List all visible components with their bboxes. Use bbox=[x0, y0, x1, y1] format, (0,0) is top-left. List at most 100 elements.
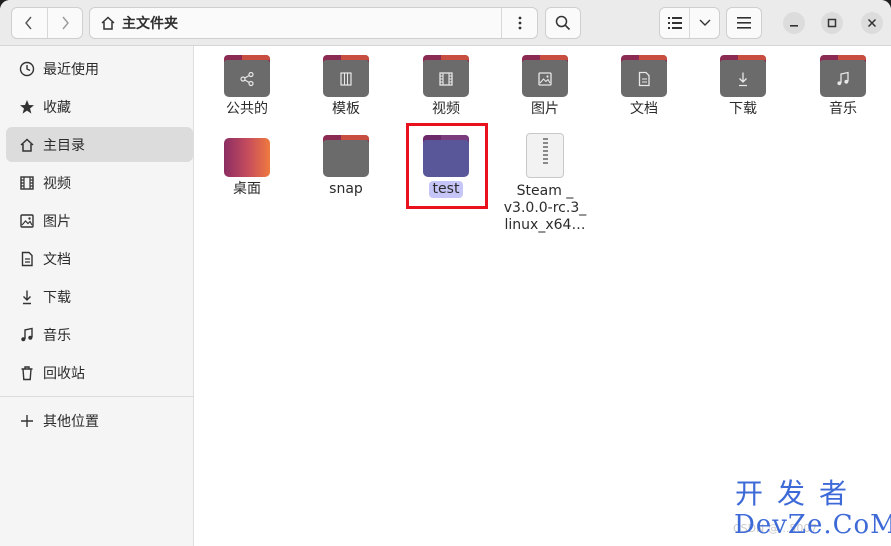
file-item[interactable]: 图片 bbox=[497, 55, 593, 118]
sidebar-item-other-locations[interactable]: 其他位置 bbox=[6, 403, 193, 438]
close-button[interactable] bbox=[861, 12, 883, 34]
file-item[interactable]: 公共的 bbox=[199, 55, 295, 118]
file-item[interactable]: 下载 bbox=[695, 55, 791, 118]
path-bar[interactable]: 主文件夹 bbox=[89, 7, 538, 39]
chevron-left-icon bbox=[25, 16, 32, 30]
desktop-folder-icon bbox=[224, 135, 270, 177]
download-icon bbox=[734, 70, 752, 88]
file-grid bbox=[195, 46, 891, 546]
sidebar-item-videos[interactable]: 视频 bbox=[6, 165, 193, 200]
folder-icon bbox=[323, 55, 369, 97]
header-bar: 主文件夹 bbox=[0, 0, 891, 46]
minimize-button[interactable] bbox=[783, 12, 805, 34]
annotation-highlight-box bbox=[406, 123, 488, 209]
vertical-dots-icon bbox=[518, 16, 521, 30]
sidebar-item-music[interactable]: 音乐 bbox=[6, 317, 193, 352]
maximize-icon bbox=[827, 18, 837, 28]
sidebar-item-label: 回收站 bbox=[43, 365, 85, 382]
music-icon bbox=[834, 70, 852, 88]
folder-icon bbox=[621, 55, 667, 97]
file-name: 音乐 bbox=[829, 101, 857, 117]
folder-icon bbox=[323, 135, 369, 177]
search-icon bbox=[555, 15, 571, 31]
file-item[interactable]: 桌面 bbox=[199, 135, 295, 198]
chevron-right-icon bbox=[62, 16, 69, 30]
star-icon bbox=[19, 99, 35, 115]
sidebar-item-label: 图片 bbox=[43, 213, 71, 230]
image-icon bbox=[536, 70, 554, 88]
sidebar-item-downloads[interactable]: 下载 bbox=[6, 279, 193, 314]
file-name: Steam _ v3.0.0-rc.3_ linux_x64… bbox=[503, 183, 587, 233]
plus-icon bbox=[19, 413, 35, 429]
home-icon bbox=[19, 137, 35, 153]
file-name: 文档 bbox=[630, 101, 658, 117]
file-name: 模板 bbox=[332, 101, 360, 117]
document-icon bbox=[19, 251, 35, 267]
chevron-down-icon bbox=[699, 19, 710, 26]
sidebar: 最近使用 收藏 主目录 视频 图片 文档 下载 音乐 回收站 其他位置 bbox=[0, 46, 194, 546]
list-view-button[interactable] bbox=[660, 8, 689, 38]
back-button[interactable] bbox=[12, 8, 47, 38]
music-icon bbox=[19, 327, 35, 343]
folder-icon bbox=[423, 55, 469, 97]
file-name: 视频 bbox=[432, 101, 460, 117]
view-controls bbox=[659, 7, 720, 39]
watermark-en: DevZe.CoM bbox=[734, 510, 891, 540]
file-item[interactable]: snap bbox=[298, 135, 394, 198]
minimize-icon bbox=[790, 25, 798, 27]
sidebar-item-pictures[interactable]: 图片 bbox=[6, 203, 193, 238]
download-icon bbox=[19, 289, 35, 305]
image-icon bbox=[19, 213, 35, 229]
sidebar-item-recent[interactable]: 最近使用 bbox=[6, 51, 193, 86]
sidebar-item-label: 音乐 bbox=[43, 327, 71, 344]
trash-icon bbox=[19, 365, 35, 381]
forward-button[interactable] bbox=[46, 8, 83, 38]
file-name: 公共的 bbox=[226, 101, 268, 117]
main-menu-button[interactable] bbox=[726, 7, 762, 39]
share-icon bbox=[238, 70, 256, 88]
clock-icon bbox=[19, 61, 35, 77]
maximize-button[interactable] bbox=[821, 12, 843, 34]
sidebar-divider bbox=[0, 396, 194, 397]
file-name: snap bbox=[329, 181, 363, 197]
sidebar-item-label: 最近使用 bbox=[43, 61, 99, 78]
file-name: 下载 bbox=[729, 101, 757, 117]
template-icon bbox=[337, 70, 355, 88]
sidebar-item-label: 下载 bbox=[43, 289, 71, 306]
file-item[interactable]: 视频 bbox=[398, 55, 494, 118]
list-view-icon bbox=[667, 17, 682, 29]
file-name: 桌面 bbox=[233, 181, 261, 197]
file-item[interactable]: 模板 bbox=[298, 55, 394, 118]
sidebar-item-documents[interactable]: 文档 bbox=[6, 241, 193, 276]
sidebar-item-label: 主目录 bbox=[43, 137, 85, 154]
navigation-buttons bbox=[11, 7, 83, 39]
home-icon bbox=[100, 15, 116, 31]
folder-icon bbox=[820, 55, 866, 97]
film-icon bbox=[19, 175, 35, 191]
sidebar-item-label: 收藏 bbox=[43, 99, 71, 116]
sidebar-item-home[interactable]: 主目录 bbox=[6, 127, 193, 162]
sidebar-item-label: 文档 bbox=[43, 251, 71, 268]
watermark: 开发者 DevZe.CoM bbox=[734, 477, 891, 541]
file-manager-window: 主文件夹 最近使用 收藏 主目录 视频 图片 文档 下载 音乐 回收站 其他位置… bbox=[0, 0, 891, 546]
file-item[interactable]: 文档 bbox=[596, 55, 692, 118]
file-item[interactable]: Steam _ v3.0.0-rc.3_ linux_x64… bbox=[497, 133, 593, 234]
document-icon bbox=[635, 70, 653, 88]
folder-icon bbox=[720, 55, 766, 97]
view-options-button[interactable] bbox=[689, 8, 719, 38]
sidebar-item-label: 其他位置 bbox=[43, 413, 99, 430]
archive-icon bbox=[526, 133, 564, 178]
search-button[interactable] bbox=[545, 7, 581, 39]
watermark-cn: 开发者 bbox=[735, 477, 862, 510]
close-icon bbox=[867, 18, 877, 28]
sidebar-item-label: 视频 bbox=[43, 175, 71, 192]
sidebar-item-trash[interactable]: 回收站 bbox=[6, 355, 193, 390]
path-menu-button[interactable] bbox=[501, 8, 537, 38]
sidebar-item-starred[interactable]: 收藏 bbox=[6, 89, 193, 124]
folder-icon bbox=[224, 55, 270, 97]
file-item[interactable]: 音乐 bbox=[795, 55, 891, 118]
folder-icon bbox=[522, 55, 568, 97]
current-location[interactable]: 主文件夹 bbox=[122, 13, 178, 33]
film-icon bbox=[437, 70, 455, 88]
file-name: 图片 bbox=[531, 101, 559, 117]
